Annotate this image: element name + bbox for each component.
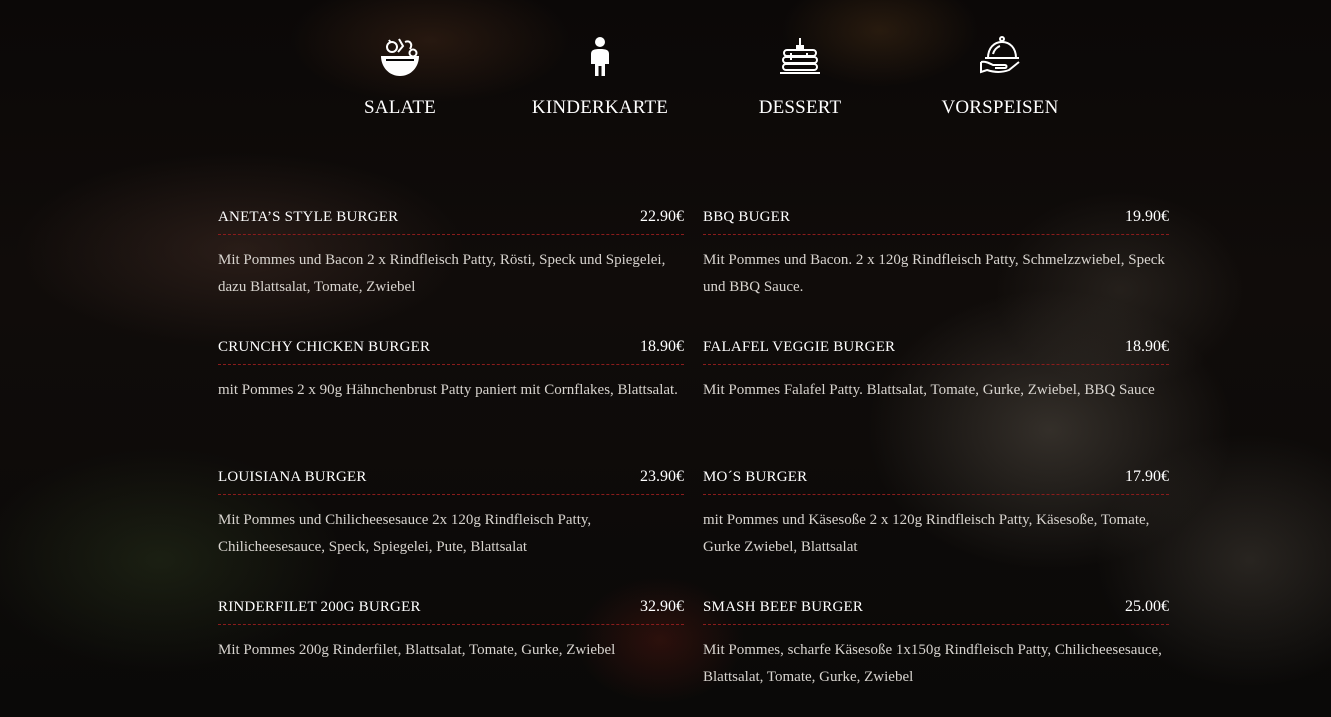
menu-item-price: 25.00€ xyxy=(1125,598,1169,615)
menu-item-description: mit Pommes 2 x 90g Hähnchenbrust Patty p… xyxy=(218,382,678,398)
menu-item: BBQ BUGER 19.90€ Mit Pommes und Bacon. 2… xyxy=(703,208,1169,338)
menu-item-description: Mit Pommes und Chilicheesesauce 2x 120g … xyxy=(218,512,592,555)
menu-item-header: CRUNCHY CHICKEN BURGER 18.90€ xyxy=(218,338,684,365)
pancakes-icon xyxy=(777,34,823,84)
salad-bowl-icon xyxy=(377,34,423,84)
menu-item-description: Mit Pommes Falafel Patty. Blattsalat, To… xyxy=(703,382,1155,398)
menu-item-name: FALAFEL VEGGIE BURGER xyxy=(703,339,896,355)
category-label: DESSERT xyxy=(758,97,842,118)
menu-item-price: 22.90€ xyxy=(640,208,684,225)
burger-menu-list: ANETA’S STYLE BURGER 22.90€ Mit Pommes u… xyxy=(218,208,1169,717)
category-salate[interactable]: SALATE xyxy=(310,34,490,119)
category-label: KINDERKARTE xyxy=(531,97,669,118)
menu-item-description: Mit Pommes und Bacon 2 x Rindfleisch Pat… xyxy=(218,252,666,295)
menu-item-header: BBQ BUGER 19.90€ xyxy=(703,208,1169,235)
menu-item-price: 32.90€ xyxy=(640,598,684,615)
menu-item-name: MO´S BURGER xyxy=(703,469,808,485)
category-kinderkarte[interactable]: KINDERKARTE xyxy=(510,34,690,119)
menu-item-name: RINDERFILET 200G BURGER xyxy=(218,599,421,615)
category-label: VORSPEISEN xyxy=(941,97,1059,118)
menu-item-price: 18.90€ xyxy=(1125,338,1169,355)
menu-item: MO´S BURGER 17.90€ mit Pommes und Käseso… xyxy=(703,468,1169,598)
menu-item-header: SMASH BEEF BURGER 25.00€ xyxy=(703,598,1169,625)
menu-item: ANETA’S STYLE BURGER 22.90€ Mit Pommes u… xyxy=(218,208,684,338)
menu-item: CRUNCHY CHICKEN BURGER 18.90€ mit Pommes… xyxy=(218,338,684,468)
menu-item: SMASH BEEF BURGER 25.00€ Mit Pommes, sch… xyxy=(703,598,1169,717)
menu-item: RINDERFILET 200G BURGER 32.90€ Mit Pomme… xyxy=(218,598,684,717)
category-nav: SALATE KINDERKARTE DESSERT VORSPEISEN xyxy=(310,34,1090,119)
category-vorspeisen[interactable]: VORSPEISEN xyxy=(910,34,1090,119)
category-dessert[interactable]: DESSERT xyxy=(710,34,890,119)
menu-item: FALAFEL VEGGIE BURGER 18.90€ Mit Pommes … xyxy=(703,338,1169,468)
menu-item-header: FALAFEL VEGGIE BURGER 18.90€ xyxy=(703,338,1169,365)
menu-item-description: mit Pommes und Käsesoße 2 x 120g Rindfle… xyxy=(703,512,1150,555)
menu-item-price: 23.90€ xyxy=(640,468,684,485)
menu-item-price: 19.90€ xyxy=(1125,208,1169,225)
menu-item-header: LOUISIANA BURGER 23.90€ xyxy=(218,468,684,495)
menu-item-description: Mit Pommes und Bacon. 2 x 120g Rindfleis… xyxy=(703,252,1165,295)
menu-item-name: LOUISIANA BURGER xyxy=(218,469,367,485)
menu-item: LOUISIANA BURGER 23.90€ Mit Pommes und C… xyxy=(218,468,684,598)
menu-item-name: ANETA’S STYLE BURGER xyxy=(218,209,399,225)
menu-item-description: Mit Pommes, scharfe Käsesoße 1x150g Rind… xyxy=(703,642,1162,685)
menu-item-name: CRUNCHY CHICKEN BURGER xyxy=(218,339,431,355)
child-icon xyxy=(577,34,623,84)
menu-item-price: 18.90€ xyxy=(640,338,684,355)
category-label: SALATE xyxy=(364,97,436,118)
menu-item-name: BBQ BUGER xyxy=(703,209,791,225)
menu-item-description: Mit Pommes 200g Rinderfilet, Blattsalat,… xyxy=(218,642,616,658)
menu-item-header: MO´S BURGER 17.90€ xyxy=(703,468,1169,495)
menu-item-header: RINDERFILET 200G BURGER 32.90€ xyxy=(218,598,684,625)
menu-item-name: SMASH BEEF BURGER xyxy=(703,599,864,615)
menu-item-price: 17.90€ xyxy=(1125,468,1169,485)
menu-item-header: ANETA’S STYLE BURGER 22.90€ xyxy=(218,208,684,235)
serving-cloche-icon xyxy=(977,34,1023,84)
